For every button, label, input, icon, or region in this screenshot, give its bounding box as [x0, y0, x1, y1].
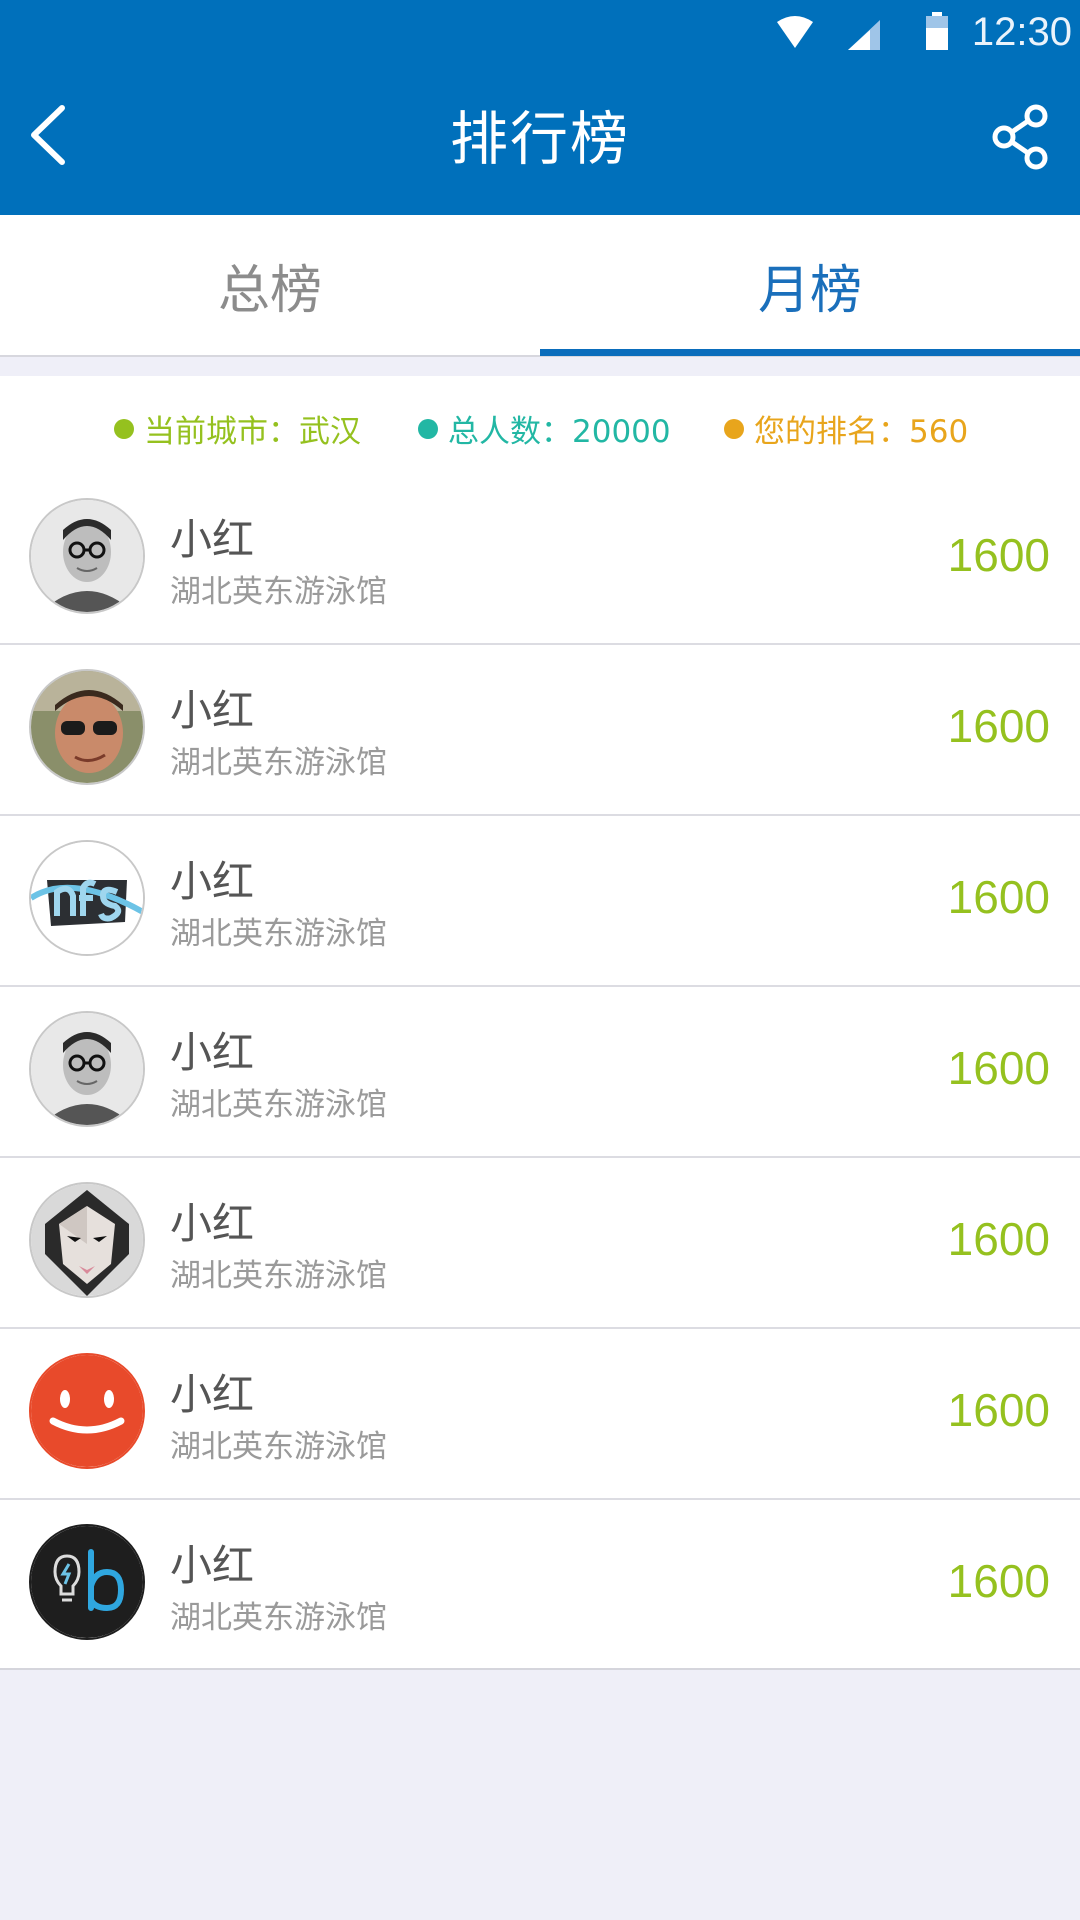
list-item[interactable]: 小红 湖北英东游泳馆 1600 — [0, 816, 1080, 987]
stat-total: 总人数：20000 — [418, 406, 671, 451]
tab-monthly[interactable]: 月榜 — [540, 215, 1080, 355]
user-venue: 湖北英东游泳馆 — [170, 574, 387, 610]
stat-rank-label: 您的排名：560 — [754, 414, 969, 450]
tab-total[interactable]: 总榜 — [0, 215, 540, 355]
orange-dot-icon — [724, 418, 744, 439]
status-bar: 12:30 — [0, 0, 1080, 70]
user-name: 小红 — [170, 515, 255, 564]
list-item[interactable]: 小红 湖北英东游泳馆 1600 — [0, 1500, 1080, 1671]
user-venue: 湖北英东游泳馆 — [170, 916, 387, 952]
stat-city: 当前城市：武汉 — [114, 406, 361, 451]
user-name: 小红 — [170, 1199, 255, 1248]
top-bar: 12:30 排行榜 — [0, 0, 1080, 215]
signal-icon — [848, 20, 880, 50]
user-score: 1600 — [947, 1213, 1050, 1265]
glasses-man-avatar-icon — [31, 1013, 143, 1125]
tab-bar: 总榜 月榜 — [0, 215, 1080, 357]
list-item[interactable]: 小红 湖北英东游泳馆 1600 — [0, 1329, 1080, 1500]
status-time: 12:30 — [971, 10, 1072, 54]
user-venue: 湖北英东游泳馆 — [170, 1600, 387, 1636]
avatar — [29, 1524, 145, 1640]
user-score: 1600 — [947, 529, 1050, 581]
stat-total-label: 总人数：20000 — [448, 414, 671, 450]
user-score: 1600 — [947, 1042, 1050, 1094]
user-score: 1600 — [947, 871, 1050, 923]
stats-bar: 当前城市：武汉 总人数：20000 您的排名：560 — [0, 376, 1080, 474]
bulb-b-logo-avatar-icon — [31, 1526, 143, 1638]
smile-face-avatar-icon — [31, 1355, 143, 1467]
avatar — [29, 1011, 145, 1127]
user-name: 小红 — [170, 1028, 255, 1077]
user-venue: 湖北英东游泳馆 — [170, 745, 387, 781]
user-venue: 湖北英东游泳馆 — [170, 1087, 387, 1123]
list-item[interactable]: 小红 湖北英东游泳馆 1600 — [0, 1158, 1080, 1329]
user-score: 1600 — [947, 700, 1050, 752]
list-item[interactable]: 小红 湖北英东游泳馆 1600 — [0, 645, 1080, 816]
avatar — [29, 669, 145, 785]
teal-dot-icon — [418, 418, 438, 439]
stat-city-label: 当前城市：武汉 — [144, 414, 361, 450]
tab-indicator — [540, 349, 1080, 356]
user-name: 小红 — [170, 1541, 255, 1590]
battery-icon — [926, 12, 948, 50]
sunglasses-man-avatar-icon — [31, 671, 143, 783]
ranking-card: 当前城市：武汉 总人数：20000 您的排名：560 小红 湖北英东游泳馆 16… — [0, 376, 1080, 1670]
user-name: 小红 — [170, 1370, 255, 1419]
user-name: 小红 — [170, 686, 255, 735]
user-name: 小红 — [170, 857, 255, 906]
glasses-man-avatar-icon — [31, 500, 143, 612]
user-score: 1600 — [947, 1384, 1050, 1436]
avatar — [29, 840, 145, 956]
page-title: 排行榜 — [449, 105, 630, 173]
avatar — [29, 1182, 145, 1298]
wifi-icon — [777, 16, 813, 48]
list-item[interactable]: 小红 湖北英东游泳馆 1600 — [0, 474, 1080, 645]
user-score: 1600 — [947, 1555, 1050, 1607]
user-venue: 湖北英东游泳馆 — [170, 1429, 387, 1465]
green-dot-icon — [114, 418, 134, 439]
polygon-face-avatar-icon — [31, 1184, 143, 1296]
stat-rank: 您的排名：560 — [724, 406, 968, 451]
avatar — [29, 498, 145, 614]
list-item[interactable]: 小红 湖北英东游泳馆 1600 — [0, 987, 1080, 1158]
share-icon[interactable] — [990, 102, 1050, 172]
nfs-logo-avatar-icon — [31, 842, 143, 954]
user-venue: 湖北英东游泳馆 — [170, 1258, 387, 1294]
avatar — [29, 1353, 145, 1469]
